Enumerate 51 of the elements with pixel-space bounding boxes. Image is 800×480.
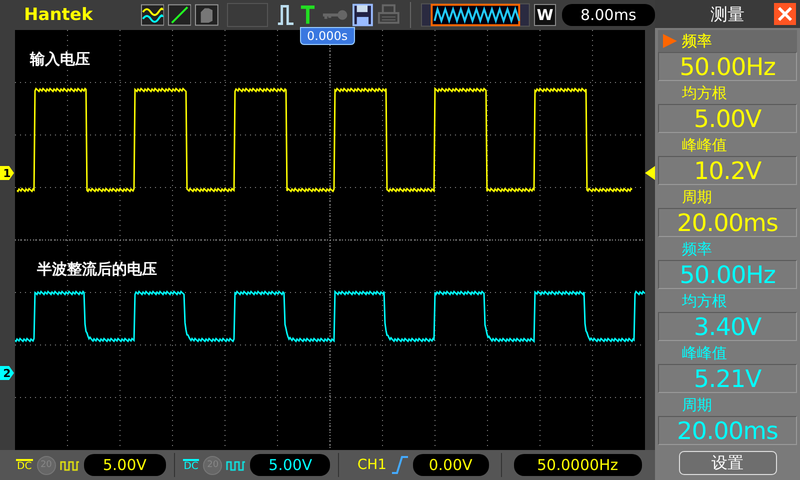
- trigger-time-tag[interactable]: 0.000s: [300, 27, 355, 45]
- waveform-overview-icon[interactable]: [421, 3, 530, 27]
- measurement-name: 周期: [682, 396, 712, 414]
- channel-label: 半波整流后的电压: [37, 260, 157, 279]
- measurement-name: 频率: [682, 240, 712, 258]
- trigger-level-readout[interactable]: 0.00V: [412, 454, 489, 476]
- measurement-value: 10.2V: [658, 156, 797, 185]
- volts-per-div-readout[interactable]: 5.00V: [250, 454, 330, 476]
- measurement-row[interactable]: 周期: [658, 394, 797, 416]
- measurement-value: 5.21V: [658, 364, 797, 393]
- measurement-row[interactable]: 均方根: [658, 82, 797, 104]
- measurement-value: 5.00V: [658, 104, 797, 133]
- persistence-icon[interactable]: [195, 4, 219, 26]
- measurement-value: 20.00ms: [658, 416, 797, 445]
- measurement-value: 50.00Hz: [658, 260, 797, 289]
- measurement-value: 50.00Hz: [658, 52, 797, 81]
- coupling-indicator: DC: [182, 458, 200, 472]
- measurement-row[interactable]: 频率: [658, 238, 797, 260]
- wave-display-icon[interactable]: [140, 4, 164, 26]
- frequency-readout: 50.0000Hz: [514, 454, 642, 476]
- measurement-row[interactable]: 频率: [658, 30, 797, 52]
- coupling-indicator: DC: [16, 458, 33, 472]
- measurement-value: 3.40V: [658, 312, 797, 341]
- measurement-name: 峰峰值: [682, 136, 727, 154]
- selection-arrow-icon: [663, 34, 677, 48]
- measurement-row[interactable]: 均方根: [658, 290, 797, 312]
- brand-logo: Hantek: [24, 5, 94, 25]
- rising-edge-icon: [390, 455, 409, 475]
- measurement-row[interactable]: 周期: [658, 186, 797, 208]
- measurement-row[interactable]: 峰峰值: [658, 342, 797, 364]
- panel-title: 测量: [710, 4, 744, 26]
- volts-per-div-readout[interactable]: 5.00V: [84, 454, 166, 476]
- pulse-trigger-icon[interactable]: [276, 3, 296, 27]
- timebase-mode-label: W: [534, 4, 556, 26]
- close-icon[interactable]: [774, 3, 796, 25]
- measurement-name: 均方根: [682, 292, 727, 310]
- xy-mode-icon[interactable]: [168, 4, 192, 26]
- measurement-value: 20.00ms: [658, 208, 797, 237]
- timebase-readout: 8.00ms: [562, 4, 655, 26]
- channel-marker[interactable]: 2: [0, 366, 14, 380]
- measurement-row[interactable]: 峰峰值: [658, 134, 797, 156]
- measurement-name: 频率: [682, 32, 712, 50]
- trigger-source-label: CH1: [357, 457, 387, 473]
- trigger-t-icon[interactable]: [299, 3, 317, 27]
- settings-button[interactable]: 设置: [678, 451, 776, 475]
- measurement-name: 峰峰值: [682, 344, 727, 362]
- channel-label: 输入电压: [30, 50, 90, 69]
- channel-marker[interactable]: 1: [0, 166, 14, 180]
- empty-slot: [226, 3, 268, 27]
- measurement-name: 均方根: [682, 84, 727, 102]
- measurement-name: 周期: [682, 188, 712, 206]
